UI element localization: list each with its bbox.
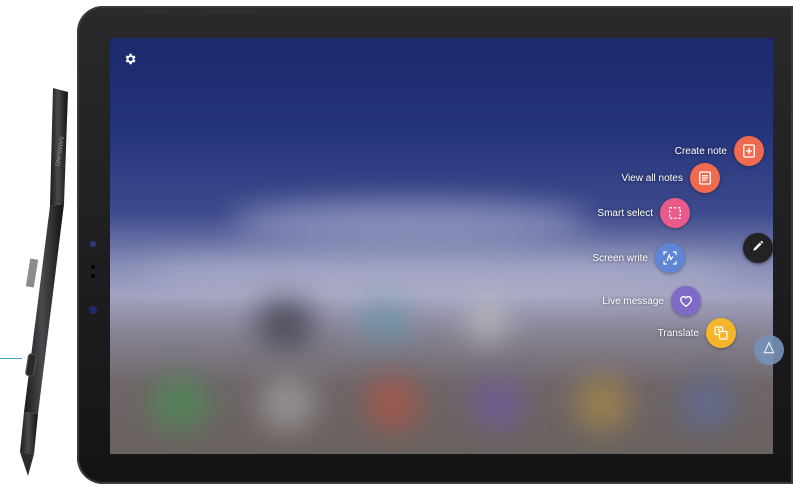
add-shortcut-button[interactable] <box>754 335 784 365</box>
blurred-app-icon <box>360 300 410 345</box>
add-shortcut-icon <box>761 340 777 361</box>
front-camera <box>90 241 96 247</box>
gear-icon[interactable] <box>122 52 138 68</box>
translate-icon <box>706 318 736 348</box>
sensor-dot <box>91 274 95 278</box>
pen-icon <box>751 239 765 258</box>
blurred-dock-icon <box>365 376 420 431</box>
blurred-dock-icon <box>470 376 525 431</box>
power-button <box>143 9 171 13</box>
menu-item-smart-select[interactable]: Smart select <box>597 198 690 228</box>
create-note-icon <box>734 136 764 166</box>
menu-item-screen-write[interactable]: Screen write <box>592 243 685 273</box>
blurred-dock-icon <box>680 376 735 431</box>
blurred-dock-icon <box>575 376 630 431</box>
menu-item-create-note[interactable]: Create note <box>675 136 764 166</box>
menu-item-translate[interactable]: Translate <box>658 318 736 348</box>
menu-item-label: Create note <box>674 145 727 157</box>
smart-select-icon <box>660 198 690 228</box>
menu-item-label: View all notes <box>621 172 683 184</box>
menu-item-label: Translate <box>657 327 699 339</box>
volume-button <box>201 9 257 13</box>
air-command-toggle[interactable] <box>743 233 773 263</box>
blurred-dock-icon <box>260 376 315 431</box>
iris-sensor <box>89 306 97 314</box>
menu-item-label: Live message <box>602 295 664 307</box>
blurred-dock-icon <box>150 376 210 431</box>
blurred-widget <box>230 200 590 240</box>
menu-item-label: Smart select <box>597 207 653 219</box>
sensor-dot <box>91 265 95 269</box>
screen-write-icon <box>655 243 685 273</box>
blurred-app-icon <box>255 298 315 348</box>
s-pen: SAMSUNG <box>8 84 78 482</box>
menu-item-label: Screen write <box>592 252 648 264</box>
callout-line <box>0 358 22 359</box>
live-message-icon <box>671 286 701 316</box>
menu-item-view-all-notes[interactable]: View all notes <box>621 163 720 193</box>
menu-item-live-message[interactable]: Live message <box>602 286 701 316</box>
view-notes-icon <box>690 163 720 193</box>
blurred-app-icon <box>465 300 510 345</box>
